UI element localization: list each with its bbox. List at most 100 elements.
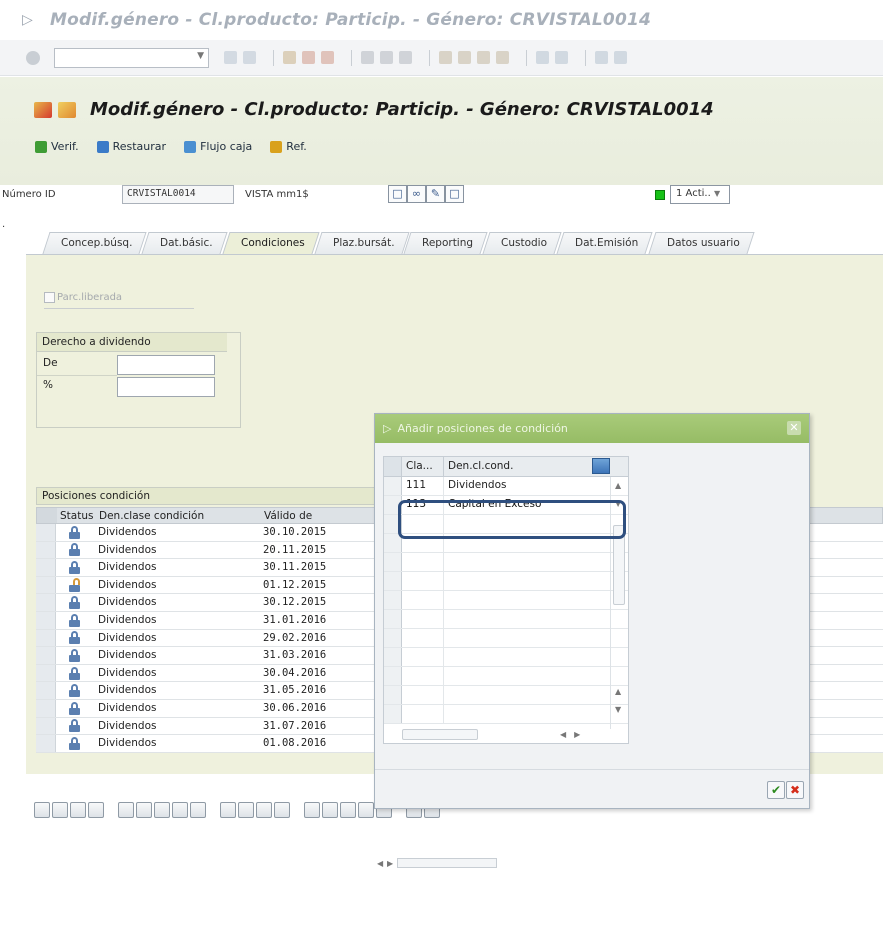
cashflow-button[interactable]: Flujo caja [184, 140, 252, 153]
row-selector[interactable] [384, 591, 402, 609]
percent-input[interactable] [117, 377, 215, 397]
col-class[interactable]: Cla... [402, 457, 444, 476]
verify-button[interactable]: Verif. [35, 140, 79, 153]
row-selector[interactable] [384, 610, 402, 628]
list-item[interactable] [384, 610, 628, 629]
list-item[interactable] [384, 591, 628, 610]
tab-concep-busq[interactable]: Concep.búsq. [42, 232, 148, 254]
cancel-icon[interactable] [321, 51, 334, 64]
row-selector[interactable] [36, 629, 56, 647]
layout-menu-icon[interactable] [614, 51, 627, 64]
col-den-class[interactable]: Den.cl.cond. [444, 457, 592, 476]
delete-row-icon[interactable] [154, 802, 170, 818]
scroll-up-icon[interactable]: ▲ [615, 481, 621, 490]
row-selector[interactable] [36, 717, 56, 735]
partial-release-checkbox[interactable]: Parc.liberada [44, 292, 122, 303]
deselect-icon[interactable] [70, 802, 86, 818]
close-icon[interactable]: ✕ [787, 421, 801, 435]
append-row-icon[interactable] [136, 802, 152, 818]
display-icon[interactable]: □ [388, 185, 407, 203]
find-icon[interactable] [340, 802, 356, 818]
exit-icon[interactable] [302, 51, 315, 64]
scroll-left-icon[interactable]: ◀ [377, 859, 387, 868]
tab-reporting[interactable]: Reporting [403, 232, 488, 254]
undo-icon[interactable] [172, 802, 188, 818]
select-all-cell[interactable] [37, 508, 57, 523]
dialog-menu-icon[interactable]: ▷ [383, 422, 391, 435]
refresh-icon[interactable] [274, 802, 290, 818]
scroll-up-icon[interactable]: ▲ [615, 687, 621, 696]
details-icon[interactable] [34, 802, 50, 818]
previous-page-icon[interactable] [458, 51, 471, 64]
confirm-button[interactable]: ✔ [767, 781, 785, 799]
row-selector[interactable] [384, 553, 402, 571]
tab-dat-emision[interactable]: Dat.Emisión [556, 232, 654, 254]
tab-plaz-bursat[interactable]: Plaz.bursát. [314, 232, 409, 254]
list-item[interactable] [384, 553, 628, 572]
list-item[interactable] [384, 629, 628, 648]
cancel-button[interactable]: ✖ [786, 781, 804, 799]
trash-icon[interactable]: □ [445, 185, 464, 203]
new-session-icon[interactable] [536, 51, 549, 64]
table-settings-icon[interactable] [592, 458, 610, 474]
row-selector[interactable] [36, 647, 56, 664]
row-selector[interactable] [36, 594, 56, 611]
tab-dat-basic[interactable]: Dat.básic. [141, 232, 228, 254]
list-item[interactable]: 111 Dividendos [384, 477, 628, 496]
scroll-left-icon[interactable]: ◀ [560, 730, 566, 739]
from-input[interactable] [117, 355, 215, 375]
list-item[interactable] [384, 648, 628, 667]
tab-datos-usuario[interactable]: Datos usuario [647, 232, 754, 254]
col-den[interactable]: Den.clase condición [93, 508, 261, 523]
find-next-icon[interactable] [358, 802, 374, 818]
first-page-icon[interactable] [439, 51, 452, 64]
list-item[interactable] [384, 572, 628, 591]
scroll-down-icon[interactable]: ▼ [615, 705, 621, 714]
find-next-icon[interactable] [399, 51, 412, 64]
scroll-track[interactable] [402, 728, 478, 740]
positions-hscroll[interactable]: ◀ ▶ [377, 857, 497, 869]
reference-button[interactable]: Ref. [270, 140, 307, 153]
row-selector[interactable] [384, 477, 402, 495]
scroll-right-icon[interactable]: ▶ [574, 730, 580, 739]
row-selector[interactable] [36, 735, 56, 752]
restore-button[interactable]: Restaurar [96, 140, 166, 153]
tab-custodio[interactable]: Custodio [482, 232, 562, 254]
row-selector[interactable] [36, 682, 56, 699]
sort-ascending-icon[interactable] [304, 802, 320, 818]
print-icon[interactable] [361, 51, 374, 64]
duplicate-icon[interactable] [256, 802, 272, 818]
cut-icon[interactable] [220, 802, 236, 818]
scroll-track[interactable] [397, 858, 497, 868]
select-all-cell[interactable] [384, 457, 402, 476]
command-field[interactable]: ▼ [54, 47, 209, 68]
glasses-icon[interactable]: ∞ [407, 185, 426, 203]
row-selector[interactable] [36, 664, 56, 682]
checkbox[interactable] [44, 292, 55, 303]
row-selector[interactable] [384, 629, 402, 647]
col-status[interactable]: Status [57, 508, 93, 523]
tab-condiciones[interactable]: Condiciones [222, 232, 320, 254]
row-selector[interactable] [36, 524, 56, 541]
last-page-icon[interactable] [496, 51, 509, 64]
row-selector[interactable] [384, 686, 402, 704]
back-nav-icon[interactable] [283, 51, 296, 64]
next-page-icon[interactable] [477, 51, 490, 64]
status-select[interactable]: 1 Acti.. ▼ [670, 185, 730, 204]
sort-descending-icon[interactable] [322, 802, 338, 818]
insert-row-icon[interactable] [118, 802, 134, 818]
row-selector[interactable] [384, 705, 402, 723]
select-all-icon[interactable] [52, 802, 68, 818]
save-row-icon[interactable] [190, 802, 206, 818]
find-icon[interactable] [380, 51, 393, 64]
paste-icon[interactable] [238, 802, 254, 818]
row-selector[interactable] [36, 699, 56, 717]
pencil-icon[interactable]: ✎ [426, 185, 445, 203]
enter-icon[interactable] [26, 50, 40, 65]
copy-icon[interactable] [88, 802, 104, 818]
list-item[interactable] [384, 705, 628, 724]
row-selector[interactable] [36, 559, 56, 576]
row-selector[interactable] [384, 648, 402, 666]
help-icon[interactable] [595, 51, 608, 64]
save-icon[interactable] [243, 51, 256, 64]
